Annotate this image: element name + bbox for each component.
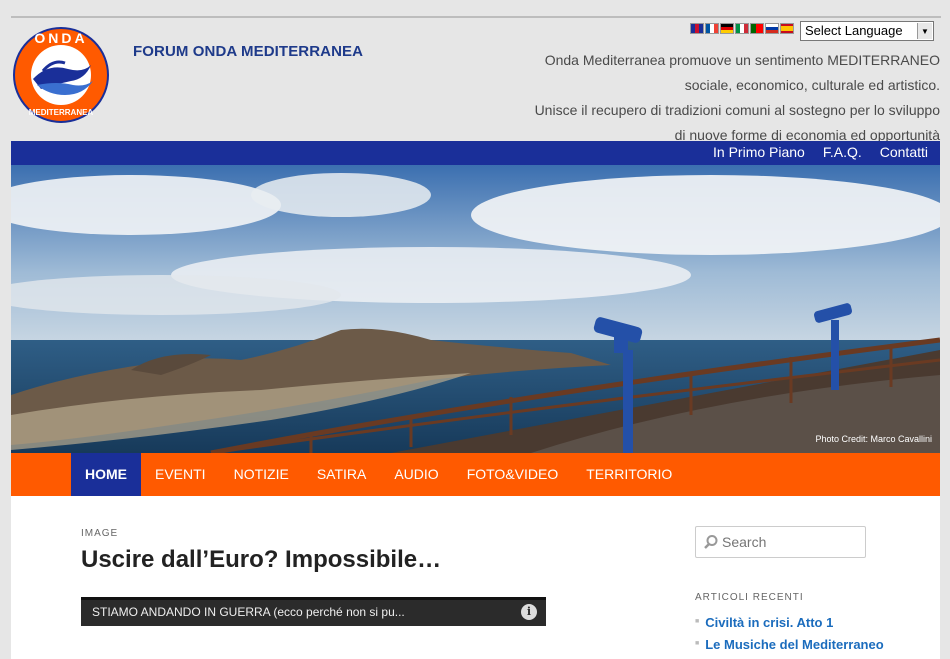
site-title[interactable]: FORUM ONDA MEDITERRANEA	[133, 43, 363, 60]
video-title[interactable]: STIAMO ANDANDO IN GUERRA (ecco perché no…	[92, 605, 405, 619]
post-format-label[interactable]: IMAGE	[81, 528, 118, 539]
tagline-line: Onda Mediterranea promuove un sentimento…	[544, 52, 940, 68]
hero-credit: Photo Credit: Marco Cavallini	[815, 434, 932, 444]
recent-post-link[interactable]: Le Musiche del Mediterraneo	[695, 634, 883, 656]
main-nav-eventi[interactable]: EVENTI	[141, 453, 220, 496]
top-divider	[11, 16, 941, 18]
flag-it-icon[interactable]	[735, 23, 749, 34]
main-nav: HOME EVENTI NOTIZIE SATIRA AUDIO FOTO&VI…	[11, 453, 940, 496]
main-nav-audio[interactable]: AUDIO	[380, 453, 452, 496]
search-icon	[704, 535, 718, 549]
flag-fr-icon[interactable]	[705, 23, 719, 34]
flag-pt-icon[interactable]	[750, 23, 764, 34]
top-nav: In Primo Piano F.A.Q. Contatti	[11, 141, 940, 165]
hero-image: Photo Credit: Marco Cavallini	[11, 165, 940, 453]
sidebar-search[interactable]	[695, 526, 866, 558]
flag-es-icon[interactable]	[780, 23, 794, 34]
logo-text-top: ONDA	[34, 30, 87, 46]
language-select[interactable]: Select Language ▼	[800, 21, 934, 41]
flag-de-icon[interactable]	[720, 23, 734, 34]
main-content: IMAGE Uscire dall’Euro? Impossibile… STI…	[11, 496, 940, 659]
site-logo[interactable]: ONDA MEDITERRANEA	[13, 23, 110, 127]
tagline-line: sociale, economico, culturale ed artisti…	[684, 77, 940, 93]
chevron-down-icon[interactable]: ▼	[917, 23, 932, 39]
post-title[interactable]: Uscire dall’Euro? Impossibile…	[81, 546, 441, 574]
tagline-line: Unisce il recupero di tradizioni comuni …	[534, 102, 940, 118]
top-nav-contatti[interactable]: Contatti	[880, 144, 928, 160]
embedded-video[interactable]: STIAMO ANDANDO IN GUERRA (ecco perché no…	[81, 597, 546, 626]
site-tagline: Onda Mediterranea promuove un sentimento…	[520, 48, 940, 148]
top-nav-faq[interactable]: F.A.Q.	[823, 144, 862, 160]
main-nav-foto-video[interactable]: FOTO&VIDEO	[453, 453, 573, 496]
main-nav-territorio[interactable]: TERRITORIO	[572, 453, 686, 496]
top-nav-in-primo-piano[interactable]: In Primo Piano	[713, 144, 805, 160]
language-select-label: Select Language	[805, 23, 903, 38]
main-nav-notizie[interactable]: NOTIZIE	[220, 453, 303, 496]
hero-landscape: Photo Credit: Marco Cavallini	[11, 165, 940, 453]
info-icon[interactable]: i	[521, 604, 537, 620]
flag-ru-icon[interactable]	[765, 23, 779, 34]
language-flags	[690, 23, 794, 34]
main-nav-satira[interactable]: SATIRA	[303, 453, 381, 496]
search-input[interactable]	[722, 533, 857, 551]
recent-posts-title: ARTICOLI RECENTI	[695, 592, 804, 603]
flag-uk-icon[interactable]	[690, 23, 704, 34]
recent-posts-list: Civiltà in crisi. Atto 1 Le Musiche del …	[695, 612, 884, 656]
recent-post-link[interactable]: Civiltà in crisi. Atto 1	[695, 612, 884, 634]
logo-graphic: ONDA MEDITERRANEA	[13, 27, 109, 123]
logo-text-bottom: MEDITERRANEA	[29, 108, 94, 117]
main-nav-home[interactable]: HOME	[71, 453, 141, 496]
